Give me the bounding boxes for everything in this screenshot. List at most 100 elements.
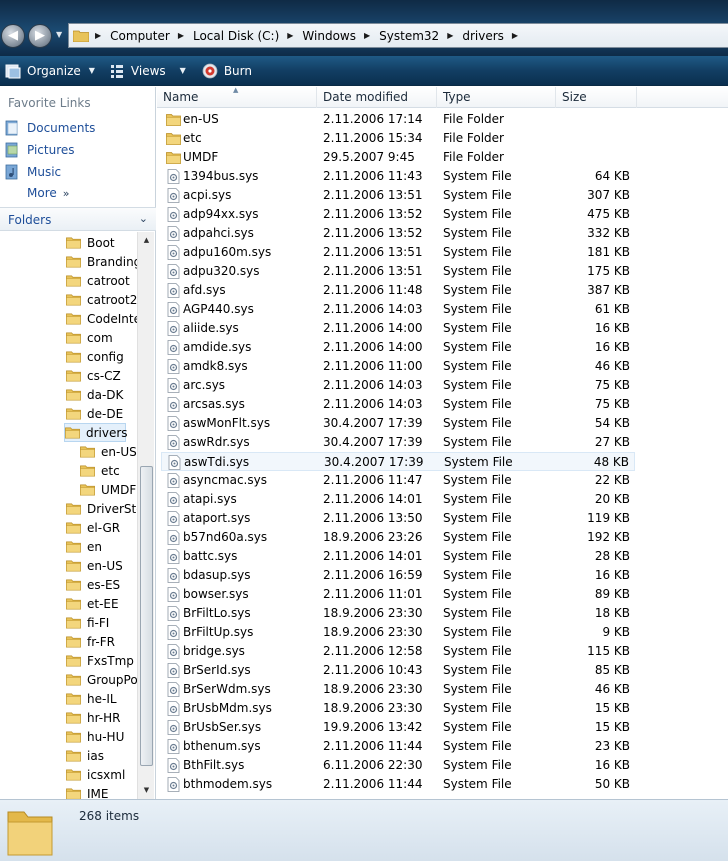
file-row[interactable]: bthenum.sys 2.11.2006 11:44 System File 23 … [161,737,635,756]
file-row[interactable]: bdasup.sys 2.11.2006 16:59 System File 16 K… [161,566,635,585]
file-row[interactable]: bridge.sys 2.11.2006 12:58 System File 115 … [161,642,635,661]
file-row[interactable]: UMDF 29.5.2007 9:45 File Folder [161,148,635,167]
breadcrumb-root-arrow[interactable]: ▶ [95,31,110,40]
file-row[interactable]: acpi.sys 2.11.2006 13:51 System File 307 KB [161,186,635,205]
breadcrumb[interactable]: ▶ Computer ▶ Local Disk (C:) ▶ Windows ▶ Sy… [68,23,728,48]
file-row[interactable]: adpu160m.sys 2.11.2006 13:51 System File 18… [161,243,635,262]
folder-tree-item[interactable]: ias [66,746,104,765]
file-row[interactable]: AGP440.sys 2.11.2006 14:03 System File 61 K… [161,300,635,319]
folder-tree-scrollbar[interactable]: ▲ ▼ [137,232,154,799]
chevron-right-icon: ▶ [447,31,454,40]
breadcrumb-item-system32[interactable]: System32 ▶ [379,29,462,43]
burn-button[interactable]: Burn [202,63,252,79]
more-links-button[interactable]: More » [27,186,69,200]
folder-tree-item[interactable]: com [66,328,113,347]
folder-tree-item[interactable]: hu-HU [66,727,124,746]
scroll-down-icon[interactable]: ▼ [138,782,155,799]
folder-icon [66,370,81,382]
folder-tree-item[interactable]: UMDF [80,480,136,499]
folder-tree-item[interactable]: Branding [66,252,137,271]
file-row[interactable]: aswTdi.sys 30.4.2007 17:39 System File 48 K… [161,452,635,471]
folder-tree-item[interactable]: cs-CZ [66,366,121,385]
file-row[interactable]: adp94xx.sys 2.11.2006 13:52 System File 475… [161,205,635,224]
folder-tree-item[interactable]: Boot [66,233,115,252]
folder-tree-item[interactable]: icsxml [66,765,125,784]
folder-tree-item[interactable]: de-DE [66,404,123,423]
file-row[interactable]: BrFiltLo.sys 18.9.2006 23:30 System File 18… [161,604,635,623]
file-row[interactable]: aswRdr.sys 30.4.2007 17:39 System File 27 K… [161,433,635,452]
file-row[interactable]: etc 2.11.2006 15:34 File Folder [161,129,635,148]
file-type: System File [443,207,512,221]
organize-button[interactable]: Organize ▼ [5,63,95,79]
column-size[interactable]: Size [556,87,637,108]
favorite-music-link[interactable]: Music [4,164,61,180]
folder-tree-item[interactable]: he-IL [66,689,117,708]
file-row[interactable]: amdk8.sys 2.11.2006 11:00 System File 46 KB [161,357,635,376]
file-row[interactable]: ataport.sys 2.11.2006 13:50 System File 119… [161,509,635,528]
file-row[interactable]: BrUsbSer.sys 19.9.2006 13:42 System File 15… [161,718,635,737]
favorite-documents-link[interactable]: Documents [4,120,95,136]
file-row[interactable]: adpahci.sys 2.11.2006 13:52 System File 332… [161,224,635,243]
breadcrumb-item-local-disk[interactable]: Local Disk (C:) ▶ [193,29,302,43]
folder-tree-item[interactable]: catroot [66,271,130,290]
scroll-up-icon[interactable]: ▲ [138,232,155,249]
file-row[interactable]: en-US 2.11.2006 17:14 File Folder [161,110,635,129]
folder-tree-item[interactable]: fr-FR [66,632,115,651]
folder-tree-item[interactable]: hr-HR [66,708,120,727]
file-row[interactable]: BrFiltUp.sys 18.9.2006 23:30 System File 9 … [161,623,635,642]
breadcrumb-item-drivers[interactable]: drivers ▶ [462,29,527,43]
file-row[interactable]: bthmodem.sys 2.11.2006 11:44 System File 50… [161,775,635,794]
file-row[interactable]: amdide.sys 2.11.2006 14:00 System File 16 K… [161,338,635,357]
file-row[interactable]: atapi.sys 2.11.2006 14:01 System File 20 KB [161,490,635,509]
folder-tree-item[interactable]: en-US [66,556,123,575]
folder-tree-item[interactable]: DriverSto [66,499,137,518]
column-type[interactable]: Type [437,87,556,108]
scrollbar-thumb[interactable] [140,466,153,766]
file-type: System File [443,340,512,354]
breadcrumb-label: Local Disk (C:) [192,28,280,43]
column-name[interactable]: Name ▲ [157,86,317,108]
recent-pages-dropdown[interactable]: ▼ [56,30,66,40]
folder-tree-item[interactable]: IME [66,784,108,799]
folder-tree-item[interactable]: FxsTmp [66,651,134,670]
file-row[interactable]: afd.sys 2.11.2006 11:48 System File 387 KB [161,281,635,300]
folder-tree-item[interactable]: drivers [64,423,128,442]
file-row[interactable]: aswMonFlt.sys 30.4.2007 17:39 System File 5… [161,414,635,433]
folder-tree-item[interactable]: GroupPo [66,670,137,689]
views-button[interactable]: Views ▼ [109,63,186,79]
favorite-pictures-link[interactable]: Pictures [4,142,75,158]
forward-button[interactable]: ▶ [28,24,52,48]
column-date-modified[interactable]: Date modified [317,87,437,108]
file-row[interactable]: 1394bus.sys 2.11.2006 11:43 System File 64 … [161,167,635,186]
folders-header[interactable]: Folders ⌄ [0,207,156,231]
breadcrumb-item-windows[interactable]: Windows ▶ [302,29,379,43]
file-row[interactable]: BrSerWdm.sys 18.9.2006 23:30 System File 46… [161,680,635,699]
file-row[interactable]: BthFilt.sys 6.11.2006 22:30 System File 16 … [161,756,635,775]
file-row[interactable]: BrUsbMdm.sys 18.9.2006 23:30 System File 15… [161,699,635,718]
folder-tree-item[interactable]: en [66,537,102,556]
folder-tree-item[interactable]: es-ES [66,575,120,594]
folder-tree-item[interactable]: CodeInte [66,309,137,328]
file-row[interactable]: asyncmac.sys 2.11.2006 11:47 System File 22… [161,471,635,490]
file-row[interactable]: aliide.sys 2.11.2006 14:00 System File 16 K… [161,319,635,338]
folder-tree-item[interactable]: da-DK [66,385,123,404]
folder-tree-item[interactable]: el-GR [66,518,120,537]
file-date: 6.11.2006 22:30 [323,758,423,772]
file-row[interactable]: arcsas.sys 2.11.2006 14:03 System File 75 K… [161,395,635,414]
folder-tree-item[interactable]: en-US [80,442,137,461]
folder-tree-item[interactable]: config [66,347,124,366]
file-row[interactable]: b57nd60a.sys 18.9.2006 23:26 System File 19… [161,528,635,547]
file-row[interactable]: battc.sys 2.11.2006 14:01 System File 28 KB [161,547,635,566]
folder-icon [66,275,81,287]
file-row[interactable]: bowser.sys 2.11.2006 11:01 System File 89 K… [161,585,635,604]
file-row[interactable]: BrSerId.sys 2.11.2006 10:43 System File 85 … [161,661,635,680]
back-button[interactable]: ◀ [1,24,25,48]
breadcrumb-item-computer[interactable]: Computer ▶ [110,29,193,43]
column-type-label: Type [443,90,471,104]
folder-tree-item[interactable]: fi-FI [66,613,109,632]
folder-tree-item[interactable]: etc [80,461,120,480]
folder-tree-item[interactable]: catroot2 [66,290,137,309]
folder-tree-item[interactable]: et-EE [66,594,119,613]
file-row[interactable]: arc.sys 2.11.2006 14:03 System File 75 KB [161,376,635,395]
file-row[interactable]: adpu320.sys 2.11.2006 13:51 System File 175… [161,262,635,281]
